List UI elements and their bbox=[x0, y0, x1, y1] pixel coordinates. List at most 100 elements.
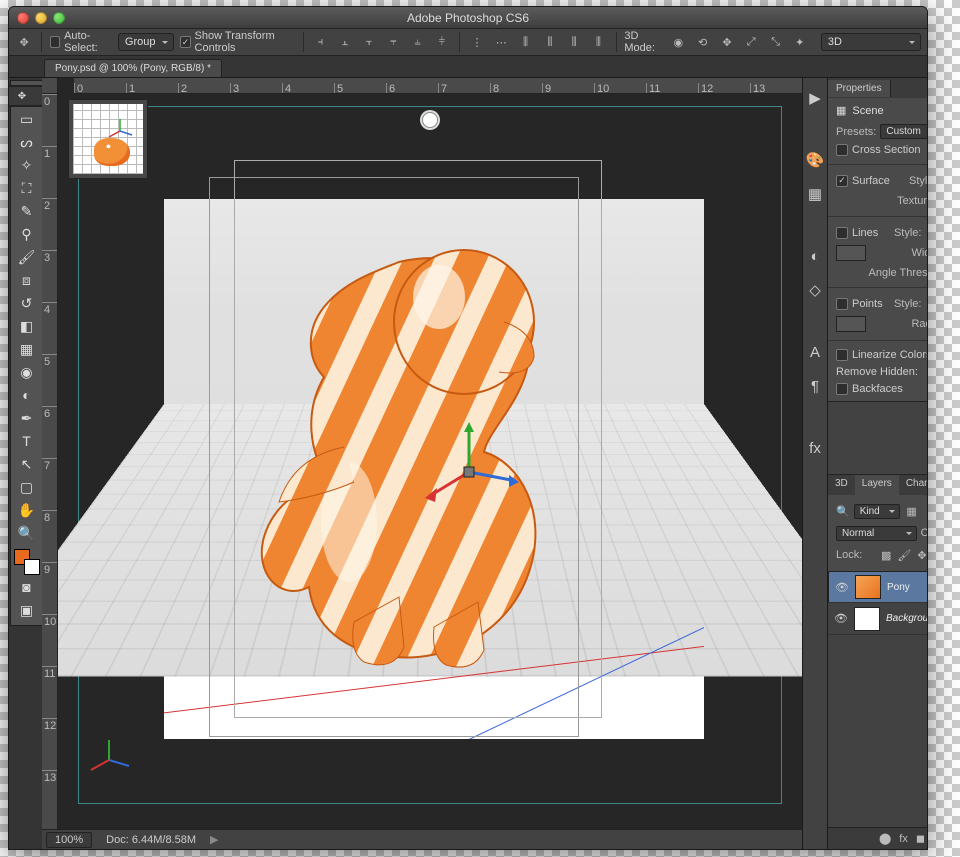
align-right-icon[interactable]: ⫟ bbox=[360, 32, 378, 52]
surface-check[interactable]: ✓Surface bbox=[836, 175, 890, 187]
gradient-tool[interactable]: ▦ bbox=[14, 338, 40, 360]
backfaces-check[interactable]: Backfaces bbox=[836, 383, 903, 395]
marquee-tool[interactable]: ▭ bbox=[14, 108, 40, 130]
wand-tool[interactable]: ✧ bbox=[14, 154, 40, 176]
eraser-tool[interactable]: ◧ bbox=[14, 315, 40, 337]
transform-gizmo[interactable] bbox=[414, 417, 524, 527]
dist-icon-4[interactable]: ⫼ bbox=[541, 32, 559, 52]
dodge-tool[interactable]: ◐ bbox=[14, 384, 40, 406]
layer-name[interactable]: Background bbox=[886, 613, 928, 624]
threed-scale-icon[interactable]: ⤡ bbox=[766, 32, 784, 52]
align-left-icon[interactable]: ⫞ bbox=[311, 32, 329, 52]
zoom-tool[interactable]: 🔍 bbox=[14, 522, 40, 544]
filter-adj-icon[interactable]: ◐ bbox=[924, 501, 928, 521]
blur-tool[interactable]: ◉ bbox=[14, 361, 40, 383]
threed-pan-icon[interactable]: ✥ bbox=[718, 32, 736, 52]
layer-thumb[interactable] bbox=[854, 607, 880, 631]
swatches-panel-icon[interactable]: ▦ bbox=[803, 182, 827, 206]
dist-h-icon[interactable]: ⋮ bbox=[468, 32, 486, 52]
light-widget[interactable] bbox=[422, 112, 438, 128]
presets-dropdown[interactable]: Custom bbox=[880, 124, 928, 139]
hand-tool[interactable]: ✋ bbox=[14, 499, 40, 521]
dist-icon-5[interactable]: ⫼ bbox=[565, 32, 583, 52]
healing-tool[interactable]: ⚲ bbox=[14, 223, 40, 245]
layer-filter-kind[interactable]: Kind bbox=[854, 504, 900, 519]
linearize-check[interactable]: Linearize Colors bbox=[836, 349, 928, 361]
threed-orbit-icon[interactable]: ◉ bbox=[669, 32, 687, 52]
extra-panel-icon[interactable]: fx bbox=[803, 436, 827, 460]
threed-slide-icon[interactable]: ⤢ bbox=[742, 32, 760, 52]
lock-pos-icon[interactable]: ✥ bbox=[916, 545, 927, 565]
view-axis-widget[interactable] bbox=[84, 735, 134, 785]
paragraph-panel-icon[interactable]: ¶ bbox=[803, 374, 827, 398]
auto-select-dropdown[interactable]: Group bbox=[118, 33, 175, 51]
blend-mode-dropdown[interactable]: Normal bbox=[836, 526, 917, 541]
app-window: Adobe Photoshop CS6 ✥ Auto-Select: Group… bbox=[8, 6, 928, 850]
cross-section-check[interactable]: Cross Section bbox=[836, 144, 920, 156]
doc-info: Doc: 6.44M/8.58M bbox=[106, 834, 196, 846]
layer-row[interactable]: 👁 Background 🔒 bbox=[828, 603, 928, 635]
lasso-tool[interactable]: ᔕ bbox=[14, 131, 40, 153]
align-hcenter-icon[interactable]: ⫠ bbox=[336, 32, 354, 52]
tab-layers[interactable]: Layers bbox=[855, 475, 899, 495]
lines-color-swatch[interactable] bbox=[836, 245, 866, 261]
tab-channels[interactable]: Channels bbox=[899, 475, 928, 495]
align-vcenter-icon[interactable]: ⫨ bbox=[409, 32, 427, 52]
ruler-origin[interactable] bbox=[42, 78, 58, 94]
zoom-field[interactable]: 100% bbox=[46, 832, 92, 848]
lock-paint-icon[interactable]: 🖌 bbox=[896, 545, 912, 565]
layers-panel-group: 3D Layers Channels ≡ 🔍Kind ▦ ◐ T ▢ ◈ Nor… bbox=[828, 475, 928, 849]
crop-tool[interactable]: ⛶ bbox=[14, 177, 40, 199]
styles-panel-icon[interactable]: ◇ bbox=[803, 278, 827, 302]
panel-icon-arrow[interactable]: ▶ bbox=[803, 86, 827, 110]
lines-check[interactable]: Lines bbox=[836, 227, 878, 239]
filter-pixel-icon[interactable]: ▦ bbox=[904, 501, 920, 521]
dist-icon-3[interactable]: ⫼ bbox=[516, 32, 534, 52]
vertical-ruler[interactable]: 012345678910111213 bbox=[42, 94, 58, 829]
threed-mode-label: 3D Mode: bbox=[624, 30, 663, 54]
align-bottom-icon[interactable]: ⫩ bbox=[433, 32, 451, 52]
tab-3d[interactable]: 3D bbox=[828, 475, 855, 495]
character-panel-icon[interactable]: A bbox=[803, 340, 827, 364]
link-layers-icon[interactable]: ⬤ bbox=[879, 832, 891, 845]
document-tab[interactable]: Pony.psd @ 100% (Pony, RGB/8) * bbox=[44, 59, 222, 77]
mask-icon[interactable]: ◼ bbox=[916, 832, 925, 845]
align-top-icon[interactable]: ⫧ bbox=[384, 32, 402, 52]
threed-extra-icon[interactable]: ✦ bbox=[791, 32, 809, 52]
history-brush-tool[interactable]: ↺ bbox=[14, 292, 40, 314]
brush-tool[interactable]: 🖌 bbox=[14, 246, 40, 268]
visibility-icon[interactable]: 👁 bbox=[834, 612, 848, 625]
pen-tool[interactable]: ✒ bbox=[14, 407, 40, 429]
dist-icon-6[interactable]: ⫼ bbox=[589, 32, 607, 52]
color-panel-icon[interactable]: 🎨 bbox=[803, 148, 827, 172]
eyedropper-tool[interactable]: ✎ bbox=[14, 200, 40, 222]
visibility-icon[interactable]: 👁 bbox=[835, 581, 849, 594]
fx-icon[interactable]: fx bbox=[899, 833, 908, 845]
options-bar: ✥ Auto-Select: Group ✓Show Transform Con… bbox=[9, 29, 927, 56]
layer-thumb[interactable] bbox=[855, 575, 881, 599]
points-check[interactable]: Points bbox=[836, 298, 883, 310]
threed-roll-icon[interactable]: ⟲ bbox=[694, 32, 712, 52]
color-swatches[interactable] bbox=[14, 549, 40, 575]
workspace-dropdown[interactable]: 3D bbox=[821, 33, 921, 51]
layer-name[interactable]: Pony bbox=[887, 582, 910, 593]
properties-tab[interactable]: Properties bbox=[828, 80, 891, 97]
horizontal-ruler[interactable]: 012345678910111213 bbox=[74, 78, 802, 94]
screenmode-tool[interactable]: ▣ bbox=[14, 599, 40, 621]
layer-row[interactable]: 👁 Pony ▾ bbox=[828, 571, 928, 603]
dist-v-icon[interactable]: ⋯ bbox=[492, 32, 510, 52]
lock-trans-icon[interactable]: ▩ bbox=[880, 545, 892, 565]
status-bar: 100% Doc: 6.44M/8.58M ▶ bbox=[42, 829, 802, 849]
shape-tool[interactable]: ▢ bbox=[14, 476, 40, 498]
auto-select-check[interactable]: Auto-Select: bbox=[50, 30, 112, 54]
path-select-tool[interactable]: ↖ bbox=[14, 453, 40, 475]
canvas[interactable] bbox=[58, 94, 802, 829]
type-tool[interactable]: T bbox=[14, 430, 40, 452]
quickmask-tool[interactable]: ◙ bbox=[14, 576, 40, 598]
adjustments-panel-icon[interactable]: ◐ bbox=[803, 244, 827, 268]
stamp-tool[interactable]: ⧈ bbox=[14, 269, 40, 291]
move-tool-icon[interactable]: ✥ bbox=[15, 32, 33, 52]
secondary-view[interactable] bbox=[68, 99, 148, 179]
show-transform-check[interactable]: ✓Show Transform Controls bbox=[180, 30, 294, 54]
points-color-swatch[interactable] bbox=[836, 316, 866, 332]
